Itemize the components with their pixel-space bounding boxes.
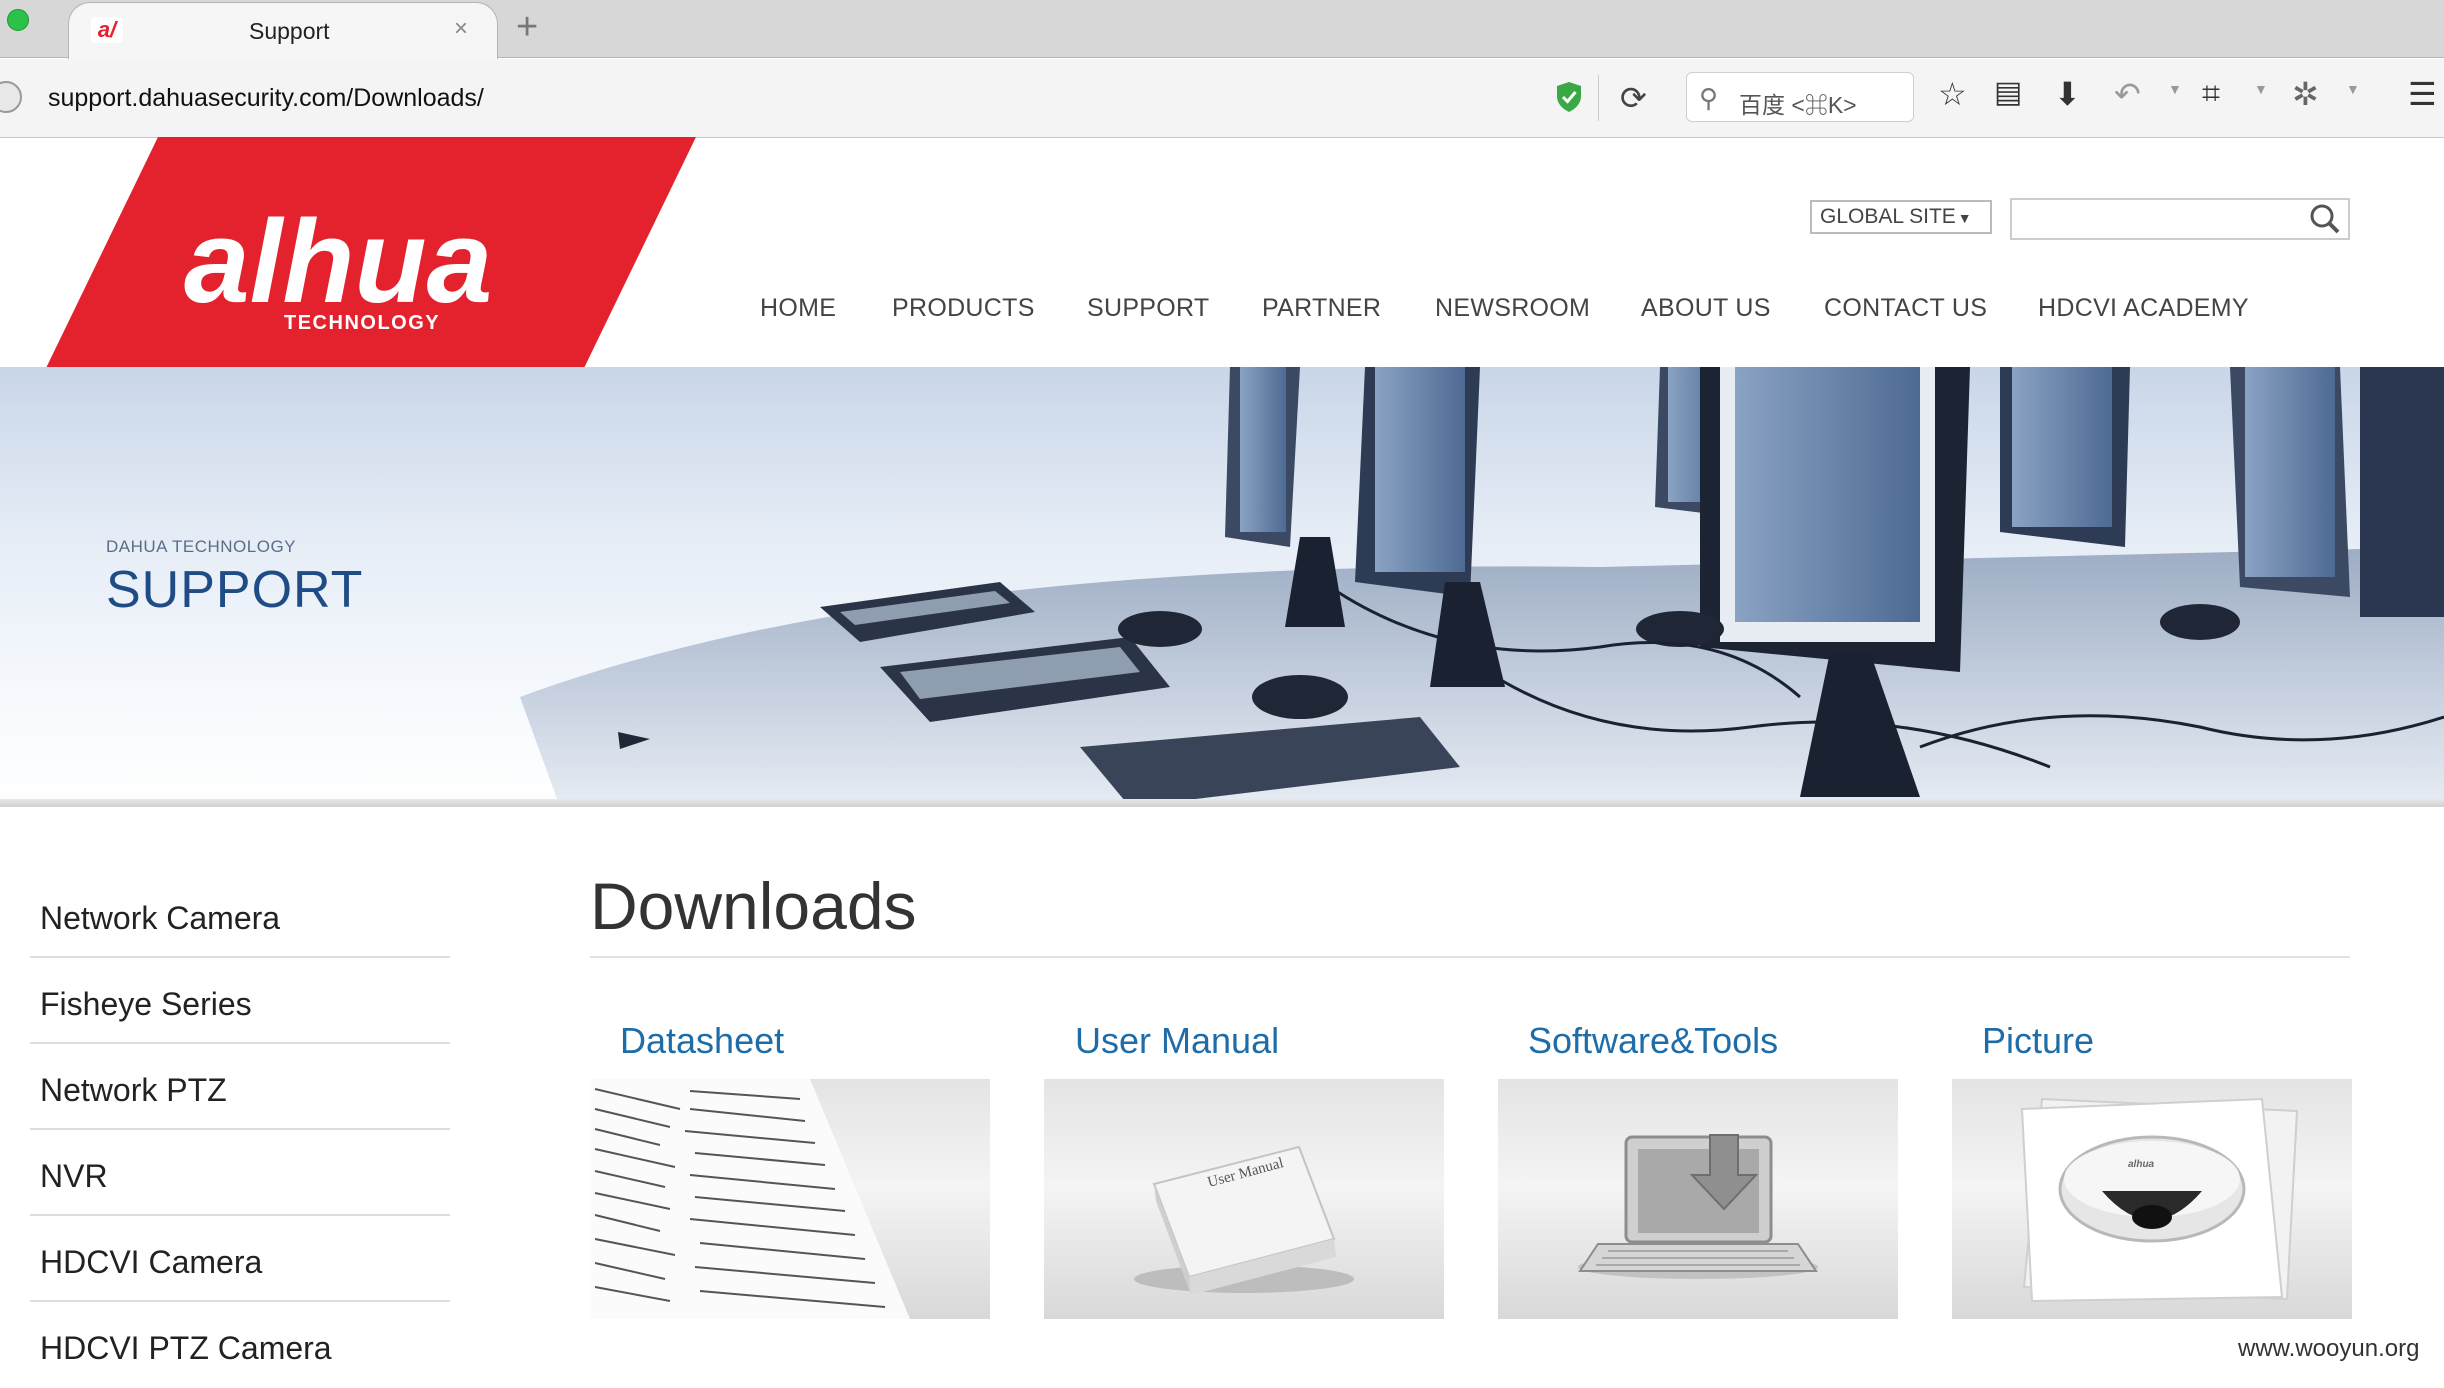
reading-list-icon[interactable]: ▤: [1994, 75, 2022, 110]
chevron-down-icon[interactable]: ▼: [2168, 81, 2182, 97]
datasheet-card[interactable]: [590, 1079, 990, 1319]
window-close-button[interactable]: [7, 9, 29, 31]
banner-divider: [0, 799, 2444, 807]
extension-icon[interactable]: ✲: [2292, 75, 2319, 113]
tab-close-icon[interactable]: ×: [454, 15, 468, 43]
nav-contact-us[interactable]: CONTACT US: [1824, 294, 1987, 323]
dahua-logo[interactable]: alhua TECHNOLOGY: [32, 137, 696, 397]
datasheet-paper-image: [590, 1079, 910, 1319]
browser-tab[interactable]: a/ Support ×: [68, 2, 498, 59]
download-arrow-icon[interactable]: ⬇: [2054, 75, 2081, 113]
nav-home[interactable]: HOME: [760, 294, 836, 323]
sidebar-item-network-camera[interactable]: Network Camera: [30, 872, 450, 958]
site-favicon-icon: a/: [91, 17, 123, 43]
security-shield-icon[interactable]: [1555, 81, 1583, 113]
global-site-select[interactable]: GLOBAL SITE ▼: [1810, 200, 1992, 234]
category-picture-link[interactable]: Picture: [1982, 1020, 2094, 1062]
sidebar-item-label: NVR: [40, 1158, 108, 1194]
sidebar-item-fisheye-series[interactable]: Fisheye Series: [30, 958, 450, 1044]
sidebar-item-nvr[interactable]: NVR: [30, 1130, 450, 1216]
title-divider: [590, 956, 2350, 958]
chevron-down-icon: ▼: [1957, 210, 1972, 226]
sidebar-item-label: HDCVI Camera: [40, 1244, 263, 1280]
picture-card[interactable]: alhua: [1952, 1079, 2352, 1319]
site-identity-icon[interactable]: [0, 81, 22, 113]
search-icon[interactable]: [2308, 202, 2342, 236]
category-datasheet-link[interactable]: Datasheet: [620, 1020, 784, 1062]
logo-text: alhua: [184, 196, 492, 328]
undo-icon[interactable]: ↶: [2114, 75, 2141, 113]
browser-toolbar: support.dahuasecurity.com/Downloads/ ⟳ ⚲…: [0, 59, 2444, 138]
category-user-manual-link[interactable]: User Manual: [1075, 1020, 1279, 1062]
nav-support[interactable]: SUPPORT: [1087, 294, 1210, 323]
nav-partner[interactable]: PARTNER: [1262, 294, 1381, 323]
nav-about-us[interactable]: ABOUT US: [1641, 294, 1771, 323]
logo-subtext: TECHNOLOGY: [284, 312, 440, 334]
sidebar-item-hdcvi-camera[interactable]: HDCVI Camera: [30, 1216, 450, 1302]
toolbar-divider: [1598, 75, 1599, 121]
page-title: Downloads: [590, 869, 917, 943]
nav-newsroom[interactable]: NEWSROOM: [1435, 294, 1590, 323]
sidebar-item-label: HDCVI PTZ Camera: [40, 1330, 332, 1366]
browser-search-box[interactable]: ⚲ 百度 <⌘K>: [1686, 72, 1914, 122]
user-manual-book-image: User Manual: [1134, 1145, 1354, 1295]
new-tab-button[interactable]: +: [516, 6, 538, 49]
bookmark-star-icon[interactable]: ☆: [1938, 75, 1967, 113]
browser-tab-bar: a/ Support × +: [0, 0, 2444, 59]
crop-screenshot-icon[interactable]: ⌗: [2202, 75, 2220, 113]
banner-subtitle: DAHUA TECHNOLOGY: [106, 537, 297, 556]
sidebar-item-hdcvi-ptz-camera[interactable]: HDCVI PTZ Camera: [30, 1302, 450, 1388]
banner-computers-image: [520, 367, 2444, 807]
chevron-down-icon[interactable]: ▼: [2254, 81, 2268, 97]
sidebar-item-label: Network Camera: [40, 900, 281, 936]
sidebar-item-network-ptz[interactable]: Network PTZ: [30, 1044, 450, 1130]
software-tools-card[interactable]: [1498, 1079, 1898, 1319]
search-icon: ⚲: [1699, 83, 1719, 113]
banner-title: SUPPORT: [106, 561, 364, 619]
sidebar-item-label: Network PTZ: [40, 1072, 227, 1108]
tab-title: Support: [249, 18, 330, 44]
menu-hamburger-icon[interactable]: ☰: [2408, 75, 2437, 113]
laptop-download-image: [1578, 1134, 1818, 1279]
chevron-down-icon[interactable]: ▼: [2346, 81, 2360, 97]
camera-photo-image: alhua: [2020, 1097, 2299, 1303]
support-banner: [0, 367, 2444, 807]
global-site-label: GLOBAL SITE: [1820, 205, 1956, 228]
site-search-input[interactable]: [2010, 198, 2350, 240]
reload-icon[interactable]: ⟳: [1620, 79, 1647, 117]
category-software-tools-link[interactable]: Software&Tools: [1528, 1020, 1778, 1062]
search-placeholder: 百度 <⌘K>: [1739, 92, 1857, 118]
user-manual-card[interactable]: User Manual: [1044, 1079, 1444, 1319]
nav-products[interactable]: PRODUCTS: [892, 294, 1035, 323]
watermark: www.wooyun.org: [2238, 1335, 2420, 1362]
url-bar[interactable]: support.dahuasecurity.com/Downloads/: [48, 84, 484, 113]
picture-brand-text: alhua: [2128, 1159, 2155, 1170]
sidebar-item-label: Fisheye Series: [40, 986, 252, 1022]
nav-hdcvi-academy[interactable]: HDCVI ACADEMY: [2038, 294, 2249, 323]
